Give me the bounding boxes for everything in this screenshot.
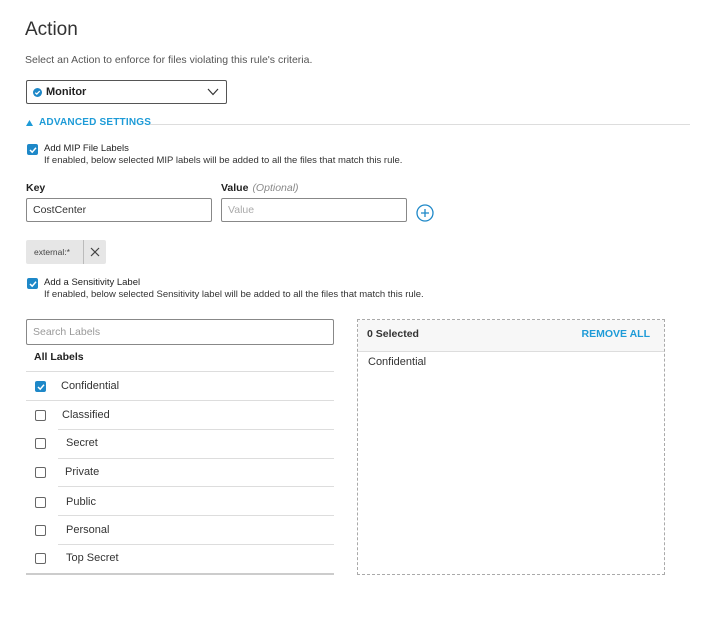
label-checkbox[interactable] [35,380,46,392]
label-checkbox[interactable] [35,552,46,564]
chip-remove-button[interactable] [84,240,106,264]
label-name: Secret [66,437,98,449]
value-label-text: Value [221,182,249,194]
label-row-public[interactable]: Public [35,488,96,516]
label-row-confidential[interactable]: Confidential [35,372,119,400]
page-title: Action [25,19,78,40]
value-label: Value (Optional) [221,182,299,194]
label-checkbox[interactable] [35,437,46,449]
label-name: Private [65,466,100,478]
mip-labels-option: Add MIP File Labels If enabled, below se… [27,143,402,166]
label-name: Top Secret [66,552,119,564]
row-divider [58,458,334,459]
label-row-secret[interactable]: Secret [35,429,98,457]
monitor-icon [33,87,42,97]
mip-labels-title: Add MIP File Labels [44,143,129,154]
label-name: Classified [62,409,110,421]
label-checkbox[interactable] [35,496,46,508]
sensitivity-label-checkbox[interactable] [27,278,38,289]
add-plus-icon[interactable] [416,204,434,222]
label-row-classified[interactable]: Classified [35,401,110,429]
advanced-settings-toggle[interactable]: ADVANCED SETTINGS [26,117,151,128]
row-divider [58,429,334,430]
list-bottom-border [26,573,334,575]
label-name: Public [66,496,96,508]
label-checkbox[interactable] [35,466,46,478]
key-label: Key [26,182,46,194]
remove-all-button[interactable]: REMOVE ALL [582,328,650,340]
mip-labels-checkbox[interactable] [27,144,38,155]
value-input[interactable]: Value [221,198,407,222]
selected-item: Confidential [368,356,427,368]
mip-labels-description: If enabled, below selected MIP labels wi… [44,155,403,166]
key-input[interactable]: CostCenter [26,198,212,222]
chip-label: external:* [34,247,70,257]
selected-labels-panel: 0 Selected REMOVE ALL Confidential [357,319,665,575]
mip-label-chip: external:* [26,240,106,264]
label-name: Personal [66,524,110,536]
advanced-settings-label: ADVANCED SETTINGS [39,117,152,128]
triangle-up-icon [26,119,33,126]
row-divider [58,486,334,487]
selected-panel-header: 0 Selected REMOVE ALL [358,320,664,352]
sensitivity-label-title: Add a Sensitivity Label [44,277,141,288]
label-checkbox[interactable] [35,409,46,421]
label-row-private[interactable]: Private [35,458,99,486]
search-labels-input[interactable]: Search Labels [26,319,334,345]
sensitivity-label-option: Add a Sensitivity Label If enabled, belo… [27,277,424,300]
all-labels-heading: All Labels [34,351,84,363]
divider [150,124,690,125]
chevron-down-icon [207,88,219,96]
label-name: Confidential [61,380,120,392]
close-icon [90,247,100,257]
action-select[interactable]: Monitor [26,80,227,104]
selected-count: 0 Selected [367,328,419,340]
label-checkbox[interactable] [35,524,46,536]
page-subtitle: Select an Action to enforce for files vi… [25,54,313,66]
action-select-value: Monitor [46,86,87,98]
label-row-personal[interactable]: Personal [35,516,109,544]
sensitivity-label-description: If enabled, below selected Sensitivity l… [44,289,424,300]
label-row-top-secret[interactable]: Top Secret [35,544,119,572]
value-optional-hint: (Optional) [252,182,299,194]
